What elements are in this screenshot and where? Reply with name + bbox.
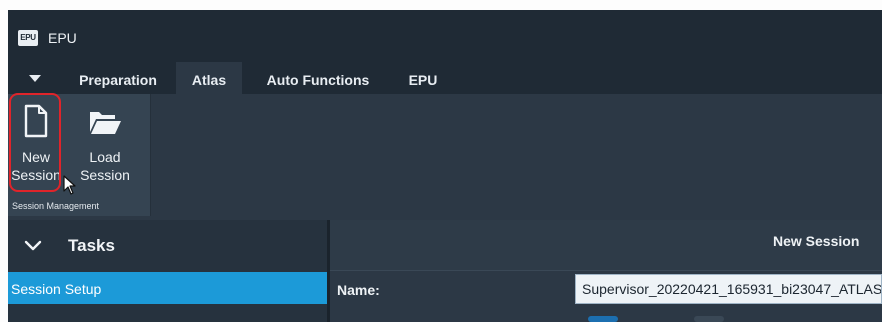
mouse-cursor-icon xyxy=(63,175,76,195)
load-session-button[interactable]: Load Session xyxy=(80,98,130,190)
tab-atlas[interactable]: Atlas xyxy=(176,62,242,94)
tab-auto-functions[interactable]: Auto Functions xyxy=(258,62,378,94)
radio-option[interactable] xyxy=(694,316,724,322)
new-session-label: New Session xyxy=(11,149,61,183)
app-title: EPU xyxy=(48,30,77,46)
folder-open-icon xyxy=(90,112,121,134)
session-header-title: New Session xyxy=(773,233,860,249)
task-item-session-setup[interactable]: Session Setup xyxy=(8,272,327,304)
radio-option[interactable] xyxy=(588,316,618,322)
tab-epu[interactable]: EPU xyxy=(394,62,452,94)
session-name-input[interactable]: Supervisor_20220421_165931_bi23047_ATLAS xyxy=(575,274,882,304)
name-label: Name: xyxy=(337,282,380,298)
title-bar xyxy=(8,10,882,62)
tasks-title: Tasks xyxy=(68,236,115,255)
epu-logo-icon: EPU xyxy=(18,30,38,46)
ribbon-collapse-icon[interactable] xyxy=(29,75,41,82)
load-session-label: Load Session xyxy=(80,149,130,183)
chevron-down-icon[interactable] xyxy=(24,240,42,252)
document-icon xyxy=(24,104,48,138)
tab-preparation[interactable]: Preparation xyxy=(66,62,170,94)
new-session-button[interactable]: New Session xyxy=(11,98,61,190)
tasks-header[interactable] xyxy=(8,220,327,270)
ribbon-group-label: Session Management xyxy=(12,201,100,211)
